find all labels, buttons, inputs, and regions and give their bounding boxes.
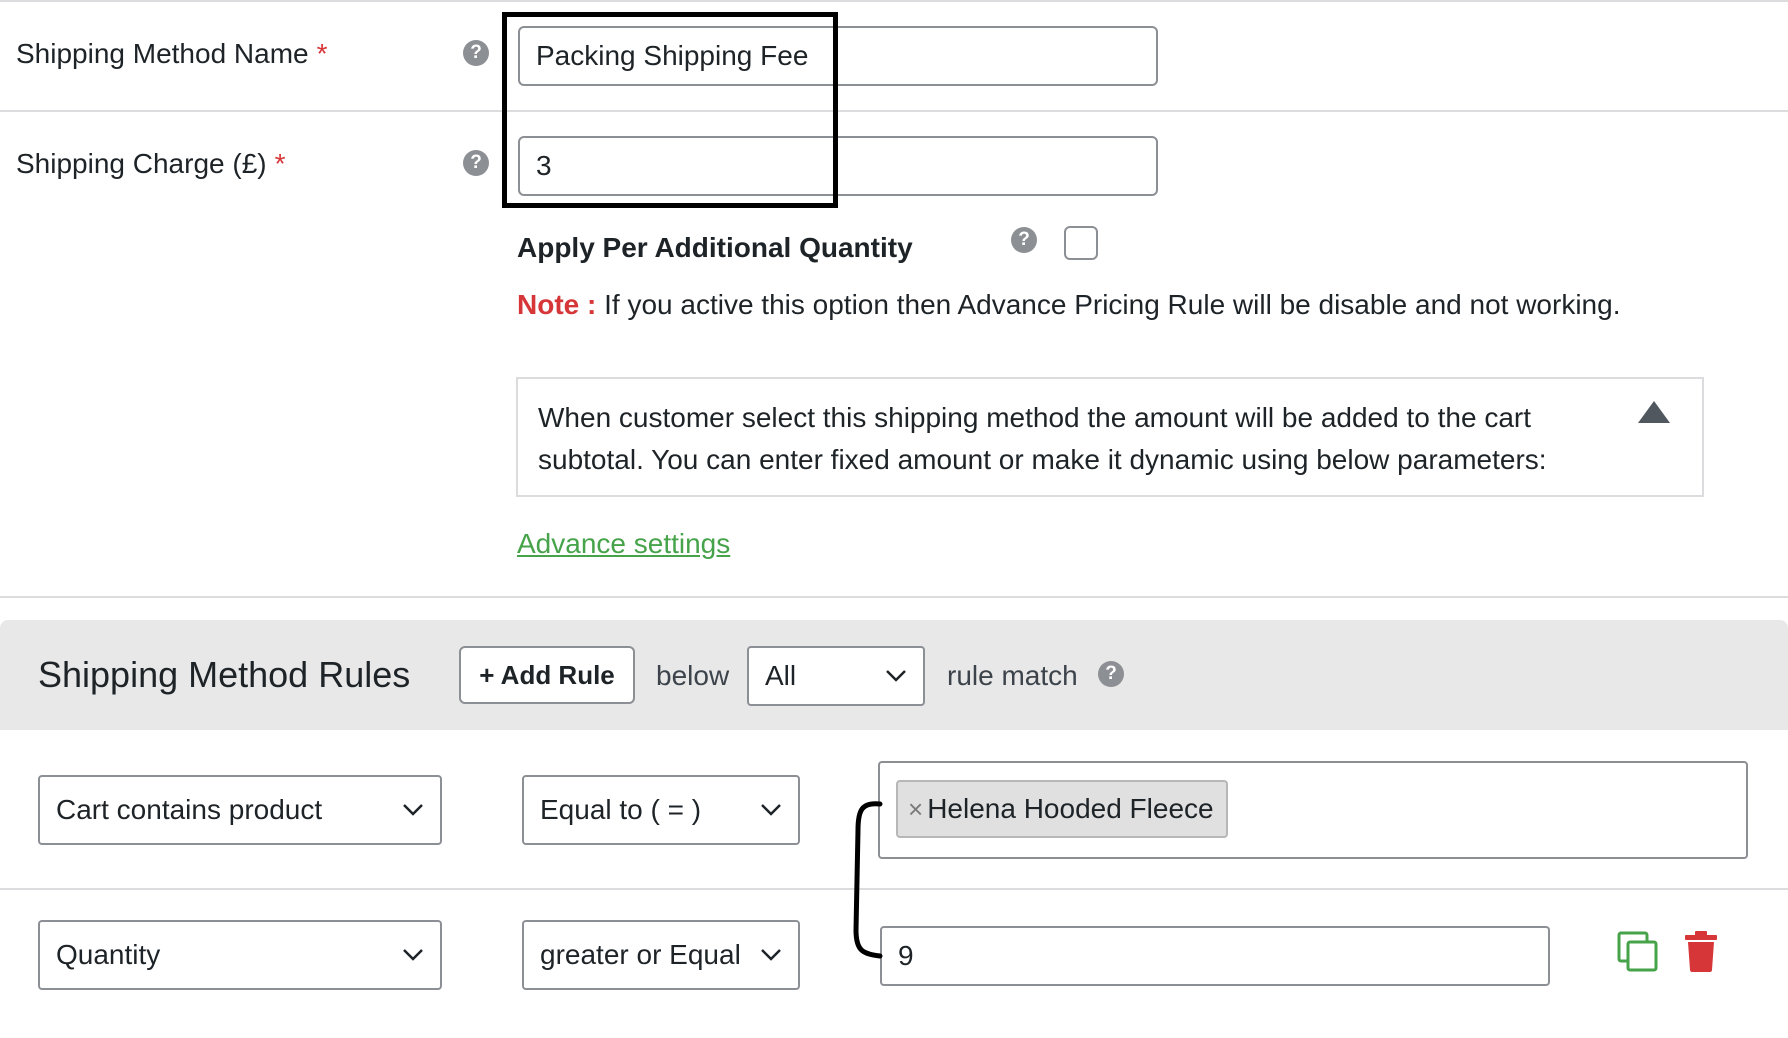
method-name-label-text: Shipping Method Name bbox=[16, 38, 309, 69]
note-text: If you active this option then Advance P… bbox=[604, 289, 1621, 320]
rules-title: Shipping Method Rules bbox=[38, 654, 411, 695]
rule-row-divider bbox=[0, 888, 1788, 890]
add-rule-button[interactable]: + Add Rule bbox=[459, 646, 635, 704]
charge-label-text: Shipping Charge (£) bbox=[16, 148, 267, 179]
chevron-down-icon bbox=[403, 804, 423, 816]
chevron-down-icon bbox=[761, 949, 781, 961]
advance-settings-link[interactable]: Advance settings bbox=[517, 528, 730, 560]
rule-condition-value: Quantity bbox=[56, 939, 161, 970]
chevron-down-icon bbox=[761, 804, 781, 816]
rule-operator-select[interactable]: Equal to ( = ) bbox=[522, 775, 800, 845]
info-box: When customer select this shipping metho… bbox=[516, 377, 1704, 497]
quantity-value-input[interactable]: 9 bbox=[880, 926, 1550, 986]
top-divider bbox=[0, 0, 1788, 2]
apply-per-qty-checkbox[interactable] bbox=[1064, 226, 1098, 260]
section-divider bbox=[0, 596, 1788, 598]
rule-operator-select[interactable]: greater or Equal bbox=[522, 920, 800, 990]
annotation-highlight-box bbox=[502, 12, 838, 208]
rule-operator-value: greater or Equal bbox=[540, 939, 741, 970]
help-icon[interactable]: ? bbox=[463, 150, 489, 176]
note-line: Note : If you active this option then Ad… bbox=[517, 289, 1620, 321]
quantity-value: 9 bbox=[898, 940, 914, 971]
required-mark: * bbox=[274, 148, 286, 179]
delete-icon[interactable] bbox=[1684, 930, 1718, 972]
annotation-bracket bbox=[853, 801, 883, 959]
rule-match-text: rule match bbox=[947, 660, 1078, 691]
collapse-triangle-icon[interactable] bbox=[1638, 401, 1670, 425]
help-icon[interactable]: ? bbox=[1011, 227, 1037, 253]
tag-remove-icon[interactable]: × bbox=[908, 794, 923, 825]
required-mark: * bbox=[316, 38, 328, 69]
method-name-label: Shipping Method Name * bbox=[16, 38, 328, 70]
rule-match-select[interactable]: All bbox=[747, 646, 925, 706]
help-icon[interactable]: ? bbox=[1098, 661, 1124, 687]
rule-condition-select[interactable]: Quantity bbox=[38, 920, 442, 990]
row-divider bbox=[0, 110, 1788, 112]
below-text: below bbox=[656, 660, 730, 691]
rule-condition-select[interactable]: Cart contains product bbox=[38, 775, 442, 845]
rule-match-value: All bbox=[765, 660, 797, 691]
note-prefix: Note : bbox=[517, 289, 597, 320]
chevron-down-icon bbox=[403, 949, 423, 961]
product-tag-label: Helena Hooded Fleece bbox=[927, 793, 1214, 824]
charge-label: Shipping Charge (£) * bbox=[16, 148, 286, 180]
info-text: When customer select this shipping metho… bbox=[538, 402, 1547, 475]
rule-operator-value: Equal to ( = ) bbox=[540, 794, 702, 825]
duplicate-icon[interactable] bbox=[1617, 931, 1659, 973]
rule-condition-value: Cart contains product bbox=[56, 794, 323, 825]
product-tag: × Helena Hooded Fleece bbox=[896, 780, 1228, 838]
apply-per-qty-label: Apply Per Additional Quantity bbox=[517, 232, 913, 263]
chevron-down-icon bbox=[886, 670, 906, 682]
help-icon[interactable]: ? bbox=[463, 40, 489, 66]
